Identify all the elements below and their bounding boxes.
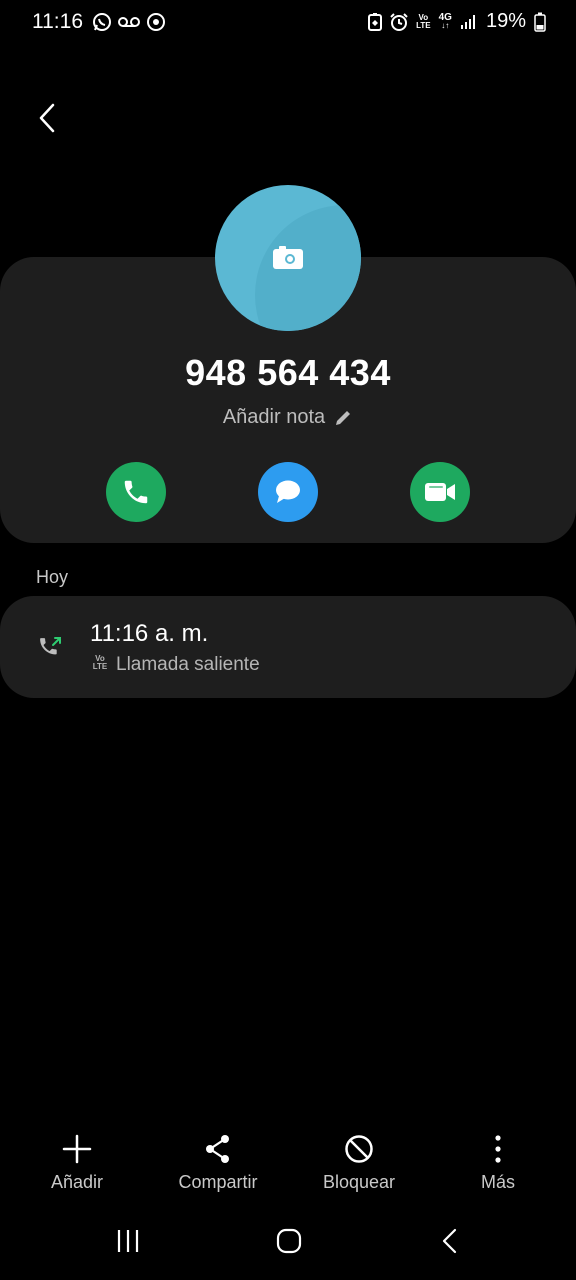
bottom-toolbar: Añadir Compartir Bloquear Más [0,1130,576,1200]
add-button[interactable]: Añadir [7,1130,147,1193]
block-button[interactable]: Bloquear [289,1130,429,1193]
nav-back-icon [442,1228,457,1254]
video-call-button[interactable] [410,462,470,522]
volte-icon: Vo LTE [92,654,108,671]
more-vertical-icon [495,1135,501,1163]
camera-icon [273,246,303,269]
sync-icon [147,13,165,31]
chevron-left-icon [39,103,55,133]
block-label: Bloquear [322,1172,396,1192]
recent-apps-button[interactable] [116,1228,140,1259]
share-icon [206,1135,229,1163]
add-note-label: Añadir nota [222,406,326,428]
battery-icon [534,12,546,32]
message-button[interactable] [258,462,318,522]
plus-icon [62,1134,92,1164]
nav-back-button[interactable] [440,1228,460,1259]
call-button[interactable] [106,462,166,522]
home-icon [276,1228,302,1254]
block-icon [345,1135,373,1163]
chat-bubble-icon [276,480,300,503]
signal-icon [460,14,475,29]
section-header-today: Hoy [36,567,69,587]
home-button[interactable] [276,1228,302,1259]
alarm-icon [390,12,408,31]
share-button[interactable]: Compartir [148,1130,288,1193]
volte-icon: Vo LTE [416,12,431,30]
network-4g-icon: 4G ↓↑ [438,11,452,30]
avatar[interactable] [215,185,361,331]
voicemail-icon [118,17,140,27]
more-label: Más [480,1172,515,1192]
whatsapp-icon [93,13,111,31]
phone-icon [124,480,148,504]
status-time: 11:16 [32,10,83,33]
add-note-button[interactable]: Añadir nota [0,406,576,429]
video-camera-icon [425,483,455,501]
recent-apps-icon [117,1230,139,1252]
more-button[interactable]: Más [428,1130,568,1193]
status-bar: 11:16 Vo LTE 4G ↓↑ 19% [0,0,576,46]
add-label: Añadir [50,1172,104,1192]
phone-number: 948 564 434 [185,352,391,393]
battery-saver-icon [368,12,383,31]
back-button[interactable] [30,100,66,136]
navigation-bar [0,1218,576,1270]
call-log-item[interactable]: 11:16 a. m. Vo LTE Llamada saliente [0,596,576,698]
pencil-icon [336,410,351,425]
outgoing-call-icon [40,637,61,655]
call-time: 11:16 a. m. [90,620,209,647]
battery-percentage: 19% [485,10,526,32]
call-type: Llamada saliente [116,654,260,675]
share-label: Compartir [178,1172,258,1192]
